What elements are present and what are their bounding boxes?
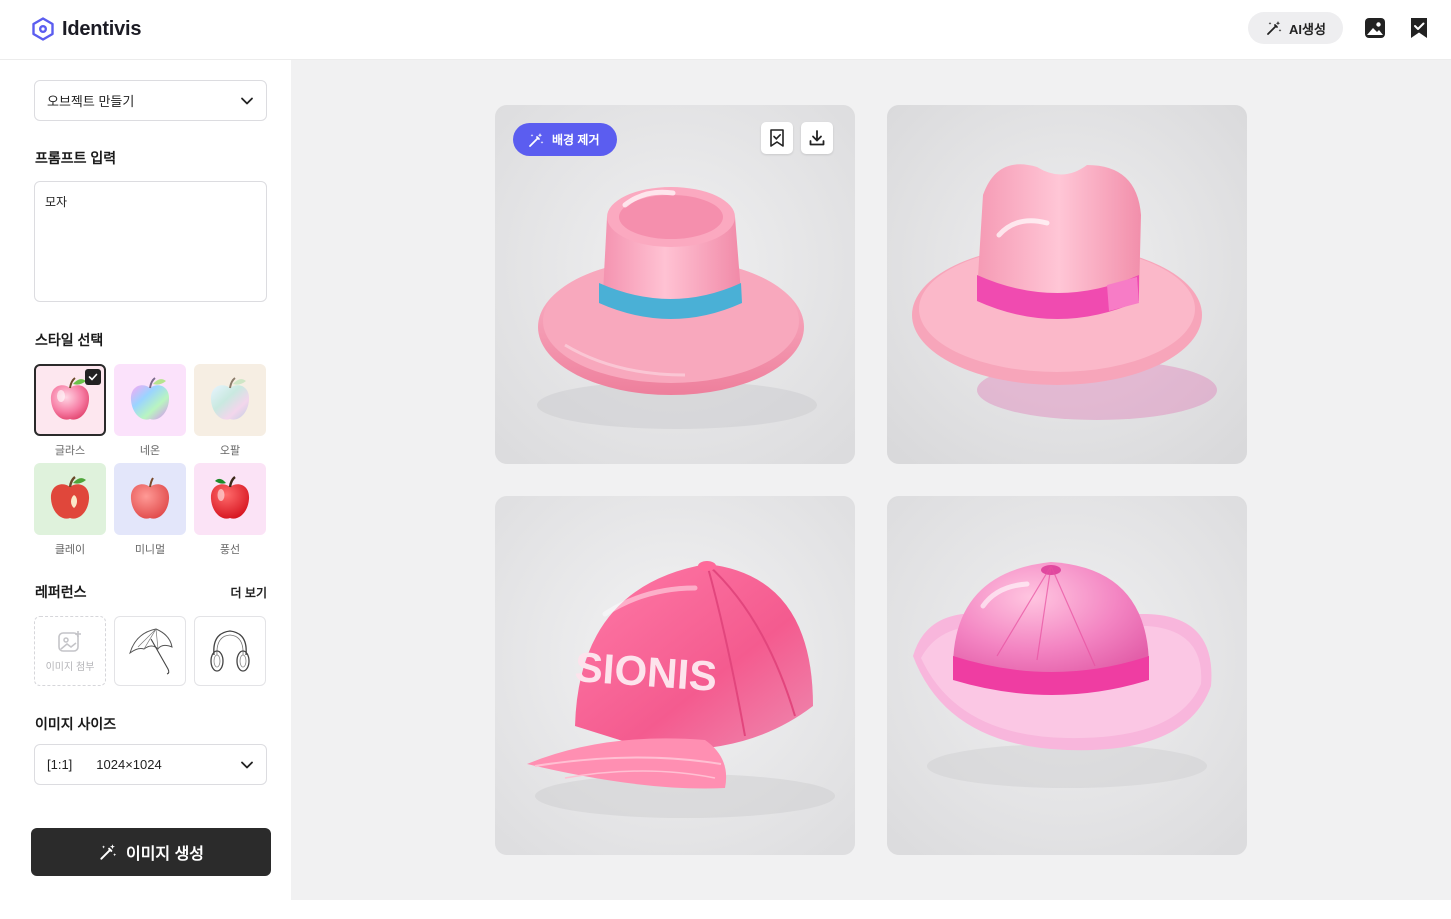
- style-thumb: [194, 364, 266, 436]
- ai-generate-label: AI생성: [1289, 21, 1326, 37]
- style-option-glass[interactable]: 글라스: [34, 364, 106, 458]
- chevron-down-icon: [241, 97, 253, 105]
- headphones-sketch-icon: [210, 630, 250, 672]
- results-area: 배경 제거 SIONIS: [291, 60, 1451, 900]
- reference-title: 레퍼런스: [35, 584, 87, 600]
- generate-image-button[interactable]: 이미지 생성: [31, 828, 271, 876]
- magic-wand-icon: [1267, 21, 1282, 35]
- reference-attach-button[interactable]: 이미지 첨부: [34, 616, 106, 686]
- magic-wand-icon: [529, 132, 544, 147]
- size-select[interactable]: [1:1] 1024×1024: [34, 744, 267, 785]
- ai-generate-button[interactable]: AI생성: [1248, 12, 1343, 44]
- logo-text: Identivis: [62, 17, 142, 40]
- style-thumb: [34, 463, 106, 535]
- cap-logo-text: SIONIS: [573, 643, 718, 700]
- remove-background-label: 배경 제거: [552, 133, 600, 147]
- style-thumb: [114, 364, 186, 436]
- prompt-title: 프롬프트 입력: [35, 150, 117, 166]
- mode-select[interactable]: 오브젝트 만들기: [34, 80, 267, 121]
- app-logo[interactable]: Identivis: [31, 17, 142, 41]
- style-option-minimal[interactable]: 미니멀: [114, 463, 186, 557]
- size-ratio: [1:1]: [47, 757, 73, 772]
- result-card-4[interactable]: [887, 496, 1247, 855]
- mode-select-value: 오브젝트 만들기: [47, 94, 135, 109]
- hat-image: [887, 105, 1247, 464]
- size-dimensions: 1024×1024: [96, 757, 162, 772]
- size-title: 이미지 사이즈: [35, 716, 117, 732]
- style-label: 클레이: [54, 544, 86, 556]
- umbrella-sketch-icon: [129, 628, 173, 675]
- gallery-icon[interactable]: [1364, 16, 1386, 40]
- style-option-opal[interactable]: 오팔: [194, 364, 266, 458]
- download-icon: [809, 130, 825, 146]
- clay-apple-icon: [50, 476, 90, 519]
- neon-apple-icon: [130, 377, 170, 420]
- hat-image: [495, 105, 855, 464]
- hat-image: SIONIS: [495, 496, 855, 855]
- style-label: 오팔: [219, 445, 241, 457]
- style-thumb: [34, 364, 106, 436]
- image-add-icon: [58, 630, 81, 652]
- bookmark-check-outline-icon: [770, 129, 784, 147]
- top-header: Identivis AI생성: [0, 0, 1451, 60]
- style-label: 네온: [139, 445, 161, 457]
- style-title: 스타일 선택: [35, 332, 104, 348]
- reference-more-link[interactable]: 더 보기: [231, 584, 267, 601]
- magic-wand-icon: [100, 844, 117, 860]
- reference-item-headphones[interactable]: [194, 616, 266, 686]
- style-label: 글라스: [54, 445, 86, 457]
- result-card-3[interactable]: SIONIS: [495, 496, 855, 855]
- style-option-balloon[interactable]: 풍선: [194, 463, 266, 557]
- sidebar: 오브젝트 만들기 프롬프트 입력 모자 스타일 선택 글라스 네온 오팔 클레이…: [10, 60, 291, 900]
- download-button[interactable]: [801, 122, 833, 154]
- balloon-apple-icon: [210, 476, 250, 519]
- style-option-clay[interactable]: 클레이: [34, 463, 106, 557]
- reference-item-umbrella[interactable]: [114, 616, 186, 686]
- logo-icon: [32, 17, 54, 41]
- style-label: 풍선: [219, 544, 241, 556]
- opal-apple-icon: [210, 377, 250, 420]
- prompt-textarea[interactable]: 모자: [34, 181, 267, 302]
- save-bookmark-button[interactable]: [761, 122, 793, 154]
- bookmark-check-icon[interactable]: [1408, 16, 1430, 40]
- remove-background-button[interactable]: 배경 제거: [513, 123, 617, 156]
- style-thumb: [194, 463, 266, 535]
- reference-attach-label: 이미지 첨부: [45, 661, 95, 673]
- selected-check-icon: [85, 369, 101, 385]
- result-card-2[interactable]: [887, 105, 1247, 464]
- chevron-down-icon: [241, 761, 253, 769]
- result-card-1[interactable]: 배경 제거: [495, 105, 855, 464]
- style-option-neon[interactable]: 네온: [114, 364, 186, 458]
- style-label: 미니멀: [134, 544, 166, 556]
- generate-image-label: 이미지 생성: [125, 846, 205, 863]
- hat-image: [887, 496, 1247, 855]
- style-thumb: [114, 463, 186, 535]
- minimal-apple-icon: [130, 477, 170, 519]
